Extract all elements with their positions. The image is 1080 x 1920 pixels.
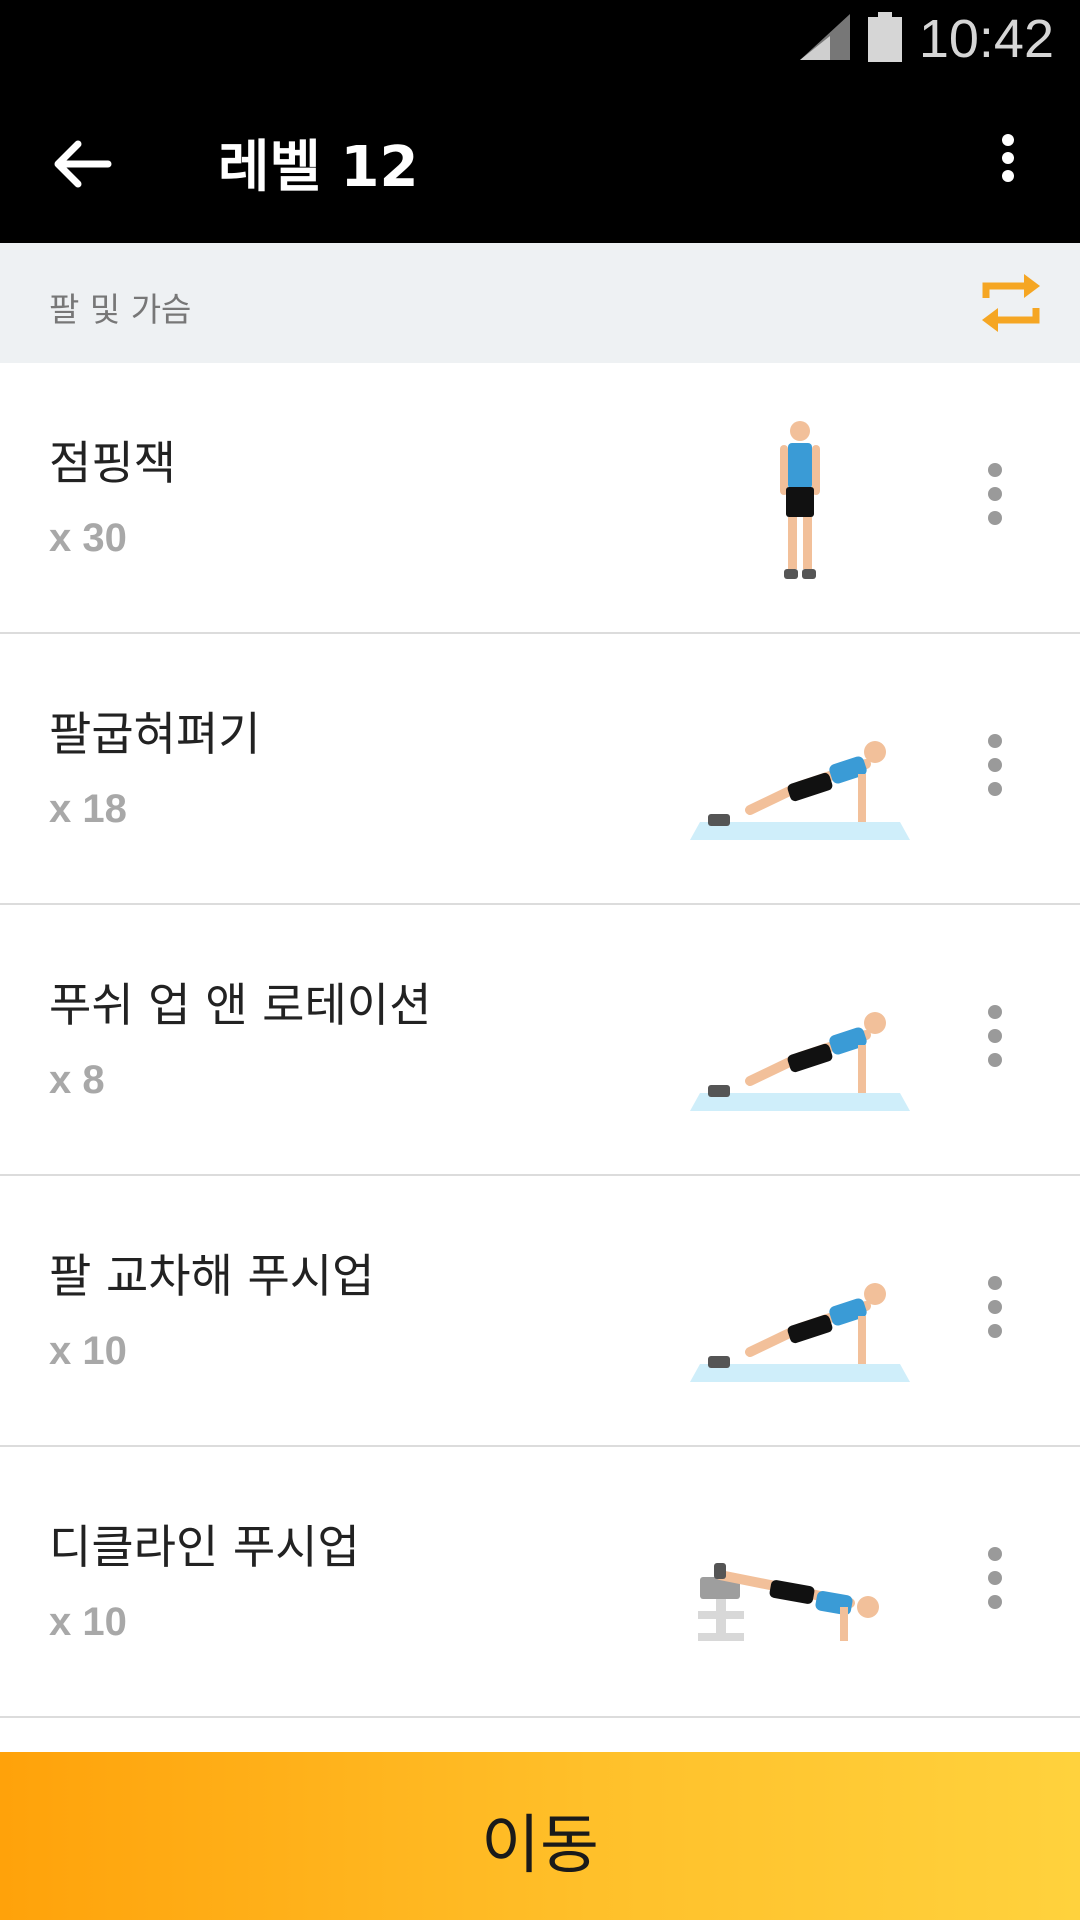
exercise-row[interactable]: 점핑잭 x 30 [0, 363, 1080, 634]
exercise-reps: x 10 [49, 1329, 127, 1373]
more-vert-icon [1002, 134, 1014, 182]
go-button-label: 이동 [481, 1809, 599, 1883]
exercise-options-button[interactable] [975, 463, 1015, 543]
exercise-options-button[interactable] [975, 1547, 1015, 1627]
exercise-row[interactable]: 디클라인 푸시업 x 10 [0, 1447, 1080, 1718]
exercise-name: 팔굽혀펴기 [49, 707, 261, 761]
section-title: 팔 및 가슴 [49, 290, 192, 329]
signal-icon [800, 14, 850, 60]
exercise-options-button[interactable] [975, 1276, 1015, 1356]
exercise-illustration [698, 1563, 879, 1641]
exercise-illustration [690, 741, 910, 840]
exercise-reps: x 8 [49, 1058, 105, 1102]
status-bar: 10:42 [0, 0, 1080, 80]
exercise-illustration [690, 1012, 910, 1111]
exercise-reps: x 10 [49, 1600, 127, 1644]
repeat-icon [982, 274, 1040, 332]
exercise-row[interactable]: 푸쉬 업 앤 로테이션 x 8 [0, 905, 1080, 1176]
exercise-row[interactable]: 팔 교차해 푸시업 x 10 [0, 1176, 1080, 1447]
go-button[interactable]: 이동 [0, 1752, 1080, 1920]
arrow-back-icon [54, 140, 112, 188]
exercise-reps: x 18 [49, 787, 127, 831]
exercise-illustration [690, 1283, 910, 1382]
exercise-name: 점핑잭 [49, 436, 176, 490]
overflow-menu-button[interactable] [980, 124, 1040, 204]
app-bar: 레벨 12 [0, 80, 1080, 243]
exercise-illustration [780, 421, 820, 579]
exercise-name: 팔 교차해 푸시업 [49, 1249, 375, 1303]
exercise-options-button[interactable] [975, 734, 1015, 814]
status-time: 10:42 [918, 9, 1054, 69]
back-button[interactable] [44, 124, 124, 204]
exercise-name: 푸쉬 업 앤 로테이션 [49, 978, 432, 1032]
replace-exercises-button[interactable] [978, 268, 1044, 338]
exercise-row[interactable]: 팔굽혀펴기 x 18 [0, 634, 1080, 905]
exercise-reps: x 30 [49, 516, 127, 560]
exercise-list: 점핑잭 x 30 팔굽혀펴기 x 18 푸쉬 업 앤 로테이션 x 8 팔 교차… [0, 363, 1080, 1718]
exercise-options-button[interactable] [975, 1005, 1015, 1085]
exercise-name: 디클라인 푸시업 [49, 1520, 360, 1574]
battery-icon [868, 12, 902, 62]
page-title: 레벨 12 [218, 135, 419, 200]
section-header: 팔 및 가슴 [0, 243, 1080, 363]
